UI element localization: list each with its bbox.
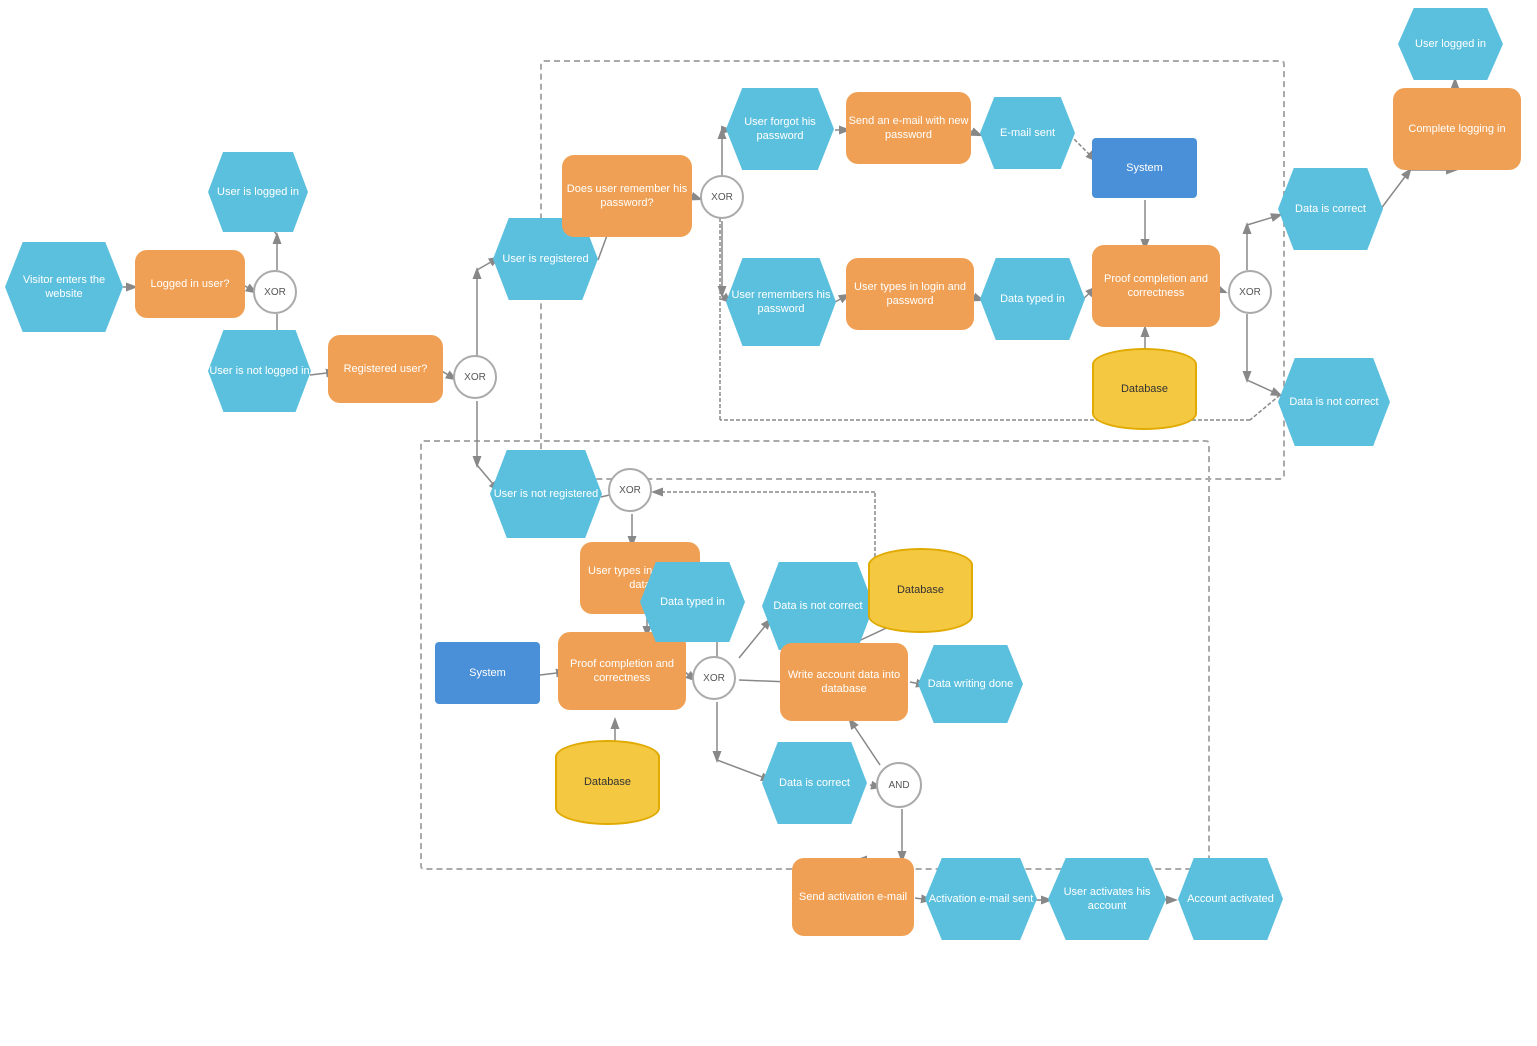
- forgot-password-node: User forgot his password: [726, 88, 834, 170]
- write-account-node: Write account data into database: [780, 643, 908, 721]
- data-typed-top-node: Data typed in: [980, 258, 1085, 340]
- xor-not-reg-node: XOR: [608, 468, 652, 512]
- types-login-pw-node: User types in login and password: [846, 258, 974, 330]
- user-activates-node: User activates his account: [1048, 858, 1166, 940]
- xor1-node: XOR: [253, 270, 297, 314]
- system-top-node: System: [1092, 138, 1197, 198]
- complete-logging-node: Complete logging in: [1393, 88, 1521, 170]
- user-logged-in-top-node: User logged in: [1398, 8, 1503, 80]
- registered-user-node: Registered user?: [328, 335, 443, 403]
- activation-sent-node: Activation e-mail sent: [925, 858, 1037, 940]
- visitor-node: Visitor enters the website: [5, 242, 123, 332]
- email-sent-node: E-mail sent: [980, 97, 1075, 169]
- data-correct-bot-node: Data is correct: [762, 742, 867, 824]
- xor5-node: XOR: [692, 656, 736, 700]
- database-top-node: Database: [1092, 348, 1197, 430]
- send-activation-node: Send activation e-mail: [792, 858, 914, 936]
- logged-in-user-node: Logged in user?: [135, 250, 245, 318]
- diagram-canvas: Visitor enters the website Logged in use…: [0, 0, 1537, 1046]
- user-not-logged-node: User is not logged in: [208, 330, 311, 412]
- xor2-node: XOR: [453, 355, 497, 399]
- send-email-node: Send an e-mail with new password: [846, 92, 971, 164]
- account-activated-node: Account activated: [1178, 858, 1283, 940]
- user-not-registered-node: User is not registered: [490, 450, 602, 538]
- data-correct-top-node: Data is correct: [1278, 168, 1383, 250]
- xor4-node: XOR: [1228, 270, 1272, 314]
- proof-correct-bot-node: Proof completion and correctness: [558, 632, 686, 710]
- system-bot-node: System: [435, 642, 540, 704]
- proof-correct-top-node: Proof completion and correctness: [1092, 245, 1220, 327]
- data-typed-bot-node: Data typed in: [640, 562, 745, 642]
- data-writing-done-node: Data writing done: [918, 645, 1023, 723]
- xor3-node: XOR: [700, 175, 744, 219]
- database-mid-node: Database: [868, 548, 973, 633]
- does-remember-node: Does user remember his password?: [562, 155, 692, 237]
- data-not-correct-bot-node: Data is not correct: [762, 562, 874, 650]
- user-logged-in-node: User is logged in: [208, 152, 308, 232]
- remembers-pw-node: User remembers his password: [726, 258, 836, 346]
- data-not-correct-top-node: Data is not correct: [1278, 358, 1390, 446]
- database-bot-node: Database: [555, 740, 660, 825]
- and-node: AND: [876, 762, 922, 808]
